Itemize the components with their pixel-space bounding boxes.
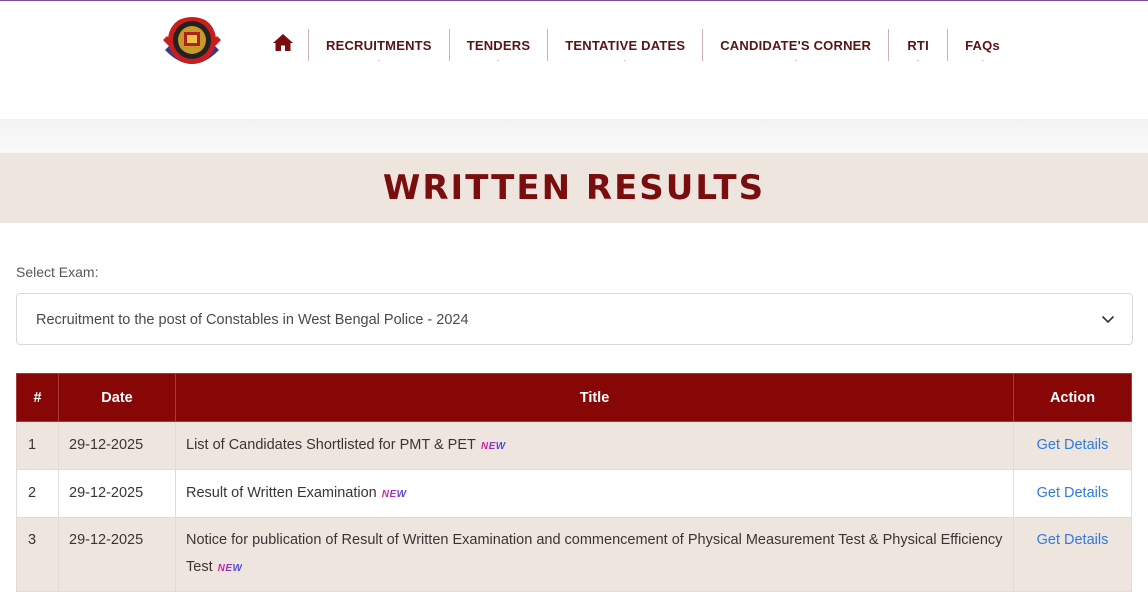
get-details-link[interactable]: Get Details — [1037, 437, 1109, 453]
header-shadow — [0, 119, 1148, 153]
new-badge: NEW — [218, 555, 243, 582]
nav-item-label: TENTATIVE DATES — [565, 38, 686, 53]
col-header-action: Action — [1013, 373, 1132, 422]
row-title: Result of Written Examination — [186, 485, 377, 501]
get-details-link[interactable]: Get Details — [1037, 485, 1109, 501]
row-date: 29-12-2025 — [58, 517, 176, 592]
title-band: WRITTEN RESULTS — [0, 153, 1148, 223]
col-header-num: # — [16, 373, 59, 422]
col-header-date: Date — [58, 373, 176, 422]
table-row: 3 29-12-2025 Notice for publication of R… — [16, 517, 1132, 592]
select-exam-label: Select Exam: — [16, 264, 99, 280]
nav-item-label: FAQs — [965, 38, 1000, 53]
west-bengal-police-logo[interactable] — [159, 10, 225, 74]
home-icon — [273, 34, 293, 51]
row-title-cell: List of Candidates Shortlisted for PMT &… — [175, 421, 1014, 470]
nav-item-rti[interactable]: RTI — [888, 29, 947, 61]
exam-select-value: Recruitment to the post of Constables in… — [36, 312, 469, 328]
new-badge: NEW — [381, 489, 407, 500]
nav-item-recruitments[interactable]: RECRUITMENTS — [308, 29, 449, 61]
speaker-icon[interactable] — [486, 60, 510, 61]
row-title: List of Candidates Shortlisted for PMT &… — [186, 437, 476, 453]
nav-item-candidates-corner[interactable]: CANDIDATE'S CORNER — [702, 29, 888, 61]
speaker-icon[interactable] — [971, 60, 995, 61]
main-nav: RECRUITMENTS TENDERS TENTATIVE DATES CAN… — [258, 29, 1017, 61]
row-action-cell: Get Details — [1013, 421, 1132, 470]
nav-item-tenders[interactable]: TENDERS — [448, 29, 548, 61]
chevron-down-icon — [1101, 315, 1115, 324]
speaker-icon[interactable] — [784, 60, 808, 61]
nav-item-faqs[interactable]: FAQs — [947, 29, 1017, 61]
row-title: Notice for publication of Result of Writ… — [186, 532, 1003, 575]
row-number: 3 — [16, 517, 59, 592]
table-row: 2 29-12-2025 Result of Written Examinati… — [16, 469, 1132, 518]
row-date: 29-12-2025 — [58, 421, 176, 470]
nav-item-label: RTI — [907, 38, 929, 53]
row-title-cell: Result of Written Examination NEW — [175, 469, 1014, 518]
home-link[interactable] — [258, 29, 308, 61]
site-header: RECRUITMENTS TENDERS TENTATIVE DATES CAN… — [0, 1, 1148, 119]
speaker-icon[interactable] — [367, 60, 391, 61]
nav-item-tentative-dates[interactable]: TENTATIVE DATES — [547, 29, 702, 61]
nav-item-label: TENDERS — [466, 38, 531, 53]
col-header-title: Title — [175, 373, 1014, 422]
nav-item-label: RECRUITMENTS — [326, 38, 432, 53]
table-header-row: # Date Title Action — [16, 373, 1132, 422]
row-title-cell: Notice for publication of Result of Writ… — [175, 517, 1014, 592]
row-number: 2 — [16, 469, 59, 518]
row-action-cell: Get Details — [1013, 517, 1132, 592]
speaker-icon[interactable] — [613, 60, 637, 61]
get-details-link[interactable]: Get Details — [1037, 532, 1109, 548]
table-row: 1 29-12-2025 List of Candidates Shortlis… — [16, 421, 1132, 470]
new-badge: NEW — [480, 441, 506, 452]
results-table: # Date Title Action 1 29-12-2025 List of… — [16, 373, 1132, 592]
page-title: WRITTEN RESULTS — [382, 168, 766, 208]
row-number: 1 — [16, 421, 59, 470]
nav-item-label: CANDIDATE'S CORNER — [720, 38, 872, 53]
exam-select[interactable]: Recruitment to the post of Constables in… — [16, 293, 1133, 345]
row-action-cell: Get Details — [1013, 469, 1132, 518]
row-date: 29-12-2025 — [58, 469, 176, 518]
speaker-icon[interactable] — [906, 60, 930, 61]
